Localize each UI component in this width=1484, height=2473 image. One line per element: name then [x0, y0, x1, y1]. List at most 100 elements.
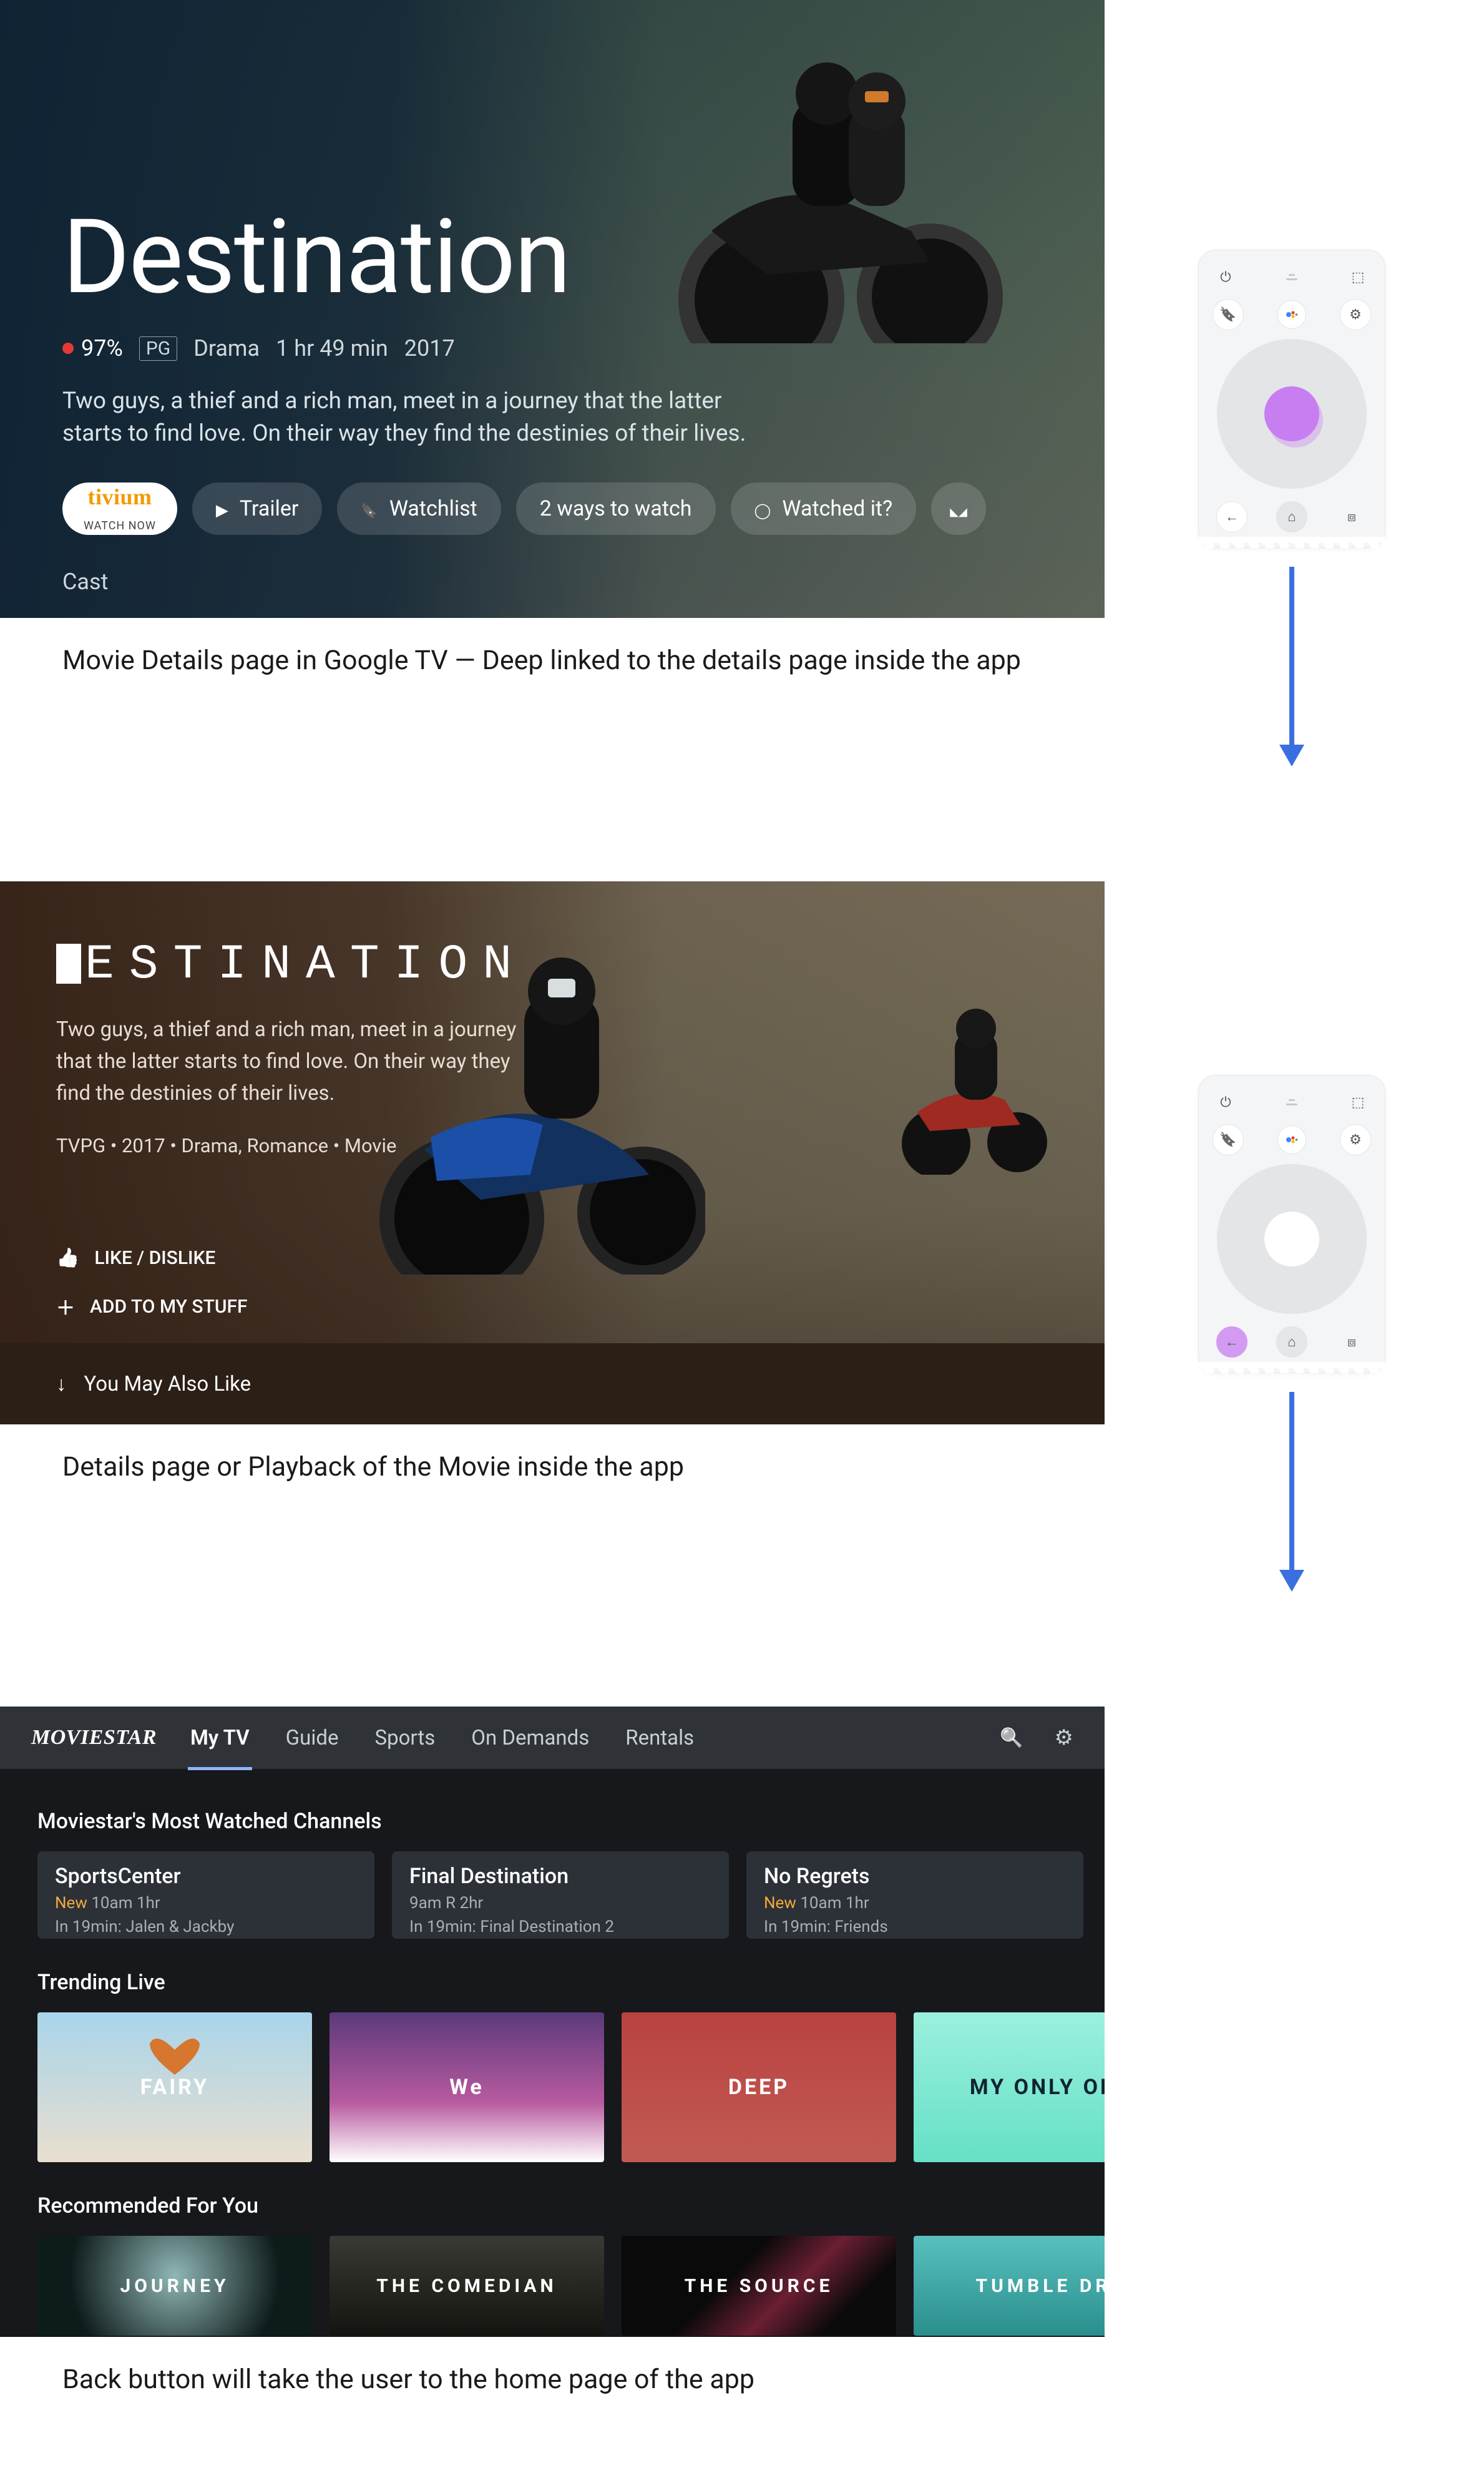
title-text: ESTINATION: [85, 938, 527, 992]
channel-line1: 9am R 2hr: [409, 1894, 711, 1912]
channel-card[interactable]: No Regrets New 10am 1hr In 19min: Friend…: [746, 1851, 1083, 1939]
trending-row: FAIRYWeDEEPMY ONLY ONE: [37, 2012, 1067, 2162]
home-icon: [1287, 509, 1296, 525]
search-button[interactable]: [1000, 1727, 1023, 1749]
like-label: LIKE / DISLIKE: [94, 1247, 215, 1269]
tv-button[interactable]: [1336, 501, 1367, 532]
channel-title: Final Destination: [409, 1864, 711, 1889]
thumb-icon: [56, 1247, 79, 1269]
home-button[interactable]: [1276, 501, 1307, 532]
tab-sports[interactable]: Sports: [372, 1726, 437, 1750]
app-logo: MOVIESTAR: [31, 1726, 157, 1750]
dpad[interactable]: [1217, 339, 1367, 489]
watch-now-button[interactable]: tivium WATCH NOW: [62, 482, 177, 535]
bookmark-button[interactable]: [1213, 1124, 1244, 1155]
assistant-icon: [1284, 307, 1299, 322]
channel-title: No Regrets: [764, 1864, 1066, 1889]
section-trending-heading: Trending Live: [37, 1970, 1067, 1995]
trending-thumb[interactable]: MY ONLY ONE: [914, 2012, 1105, 2162]
settings-button[interactable]: [1340, 1124, 1371, 1155]
section-reco-heading: Recommended For You: [37, 2193, 1067, 2218]
remote-control-2: [1198, 1075, 1385, 1373]
provider-sublabel: WATCH NOW: [84, 521, 156, 532]
input-icon: [1352, 1095, 1365, 1110]
bookmark-icon: [361, 496, 378, 521]
back-button[interactable]: [1216, 501, 1247, 532]
channel-line1: New 10am 1hr: [764, 1894, 1066, 1912]
hero-motorcycle-blue: [356, 950, 705, 1275]
app-details-screen: ESTINATION Two guys, a thief and a rich …: [0, 881, 1105, 1424]
remote-control-1: [1198, 250, 1385, 548]
tomato-score: 97%: [62, 335, 123, 361]
dpad-select[interactable]: [1264, 1212, 1319, 1266]
app-home-screen: MOVIESTAR My TV Guide Sports On Demands …: [0, 1707, 1105, 2337]
hero-motorcycle-red: [886, 1000, 1048, 1175]
thumb-label: TUMBLE DRY: [976, 2275, 1105, 2297]
settings-button[interactable]: [1055, 1725, 1073, 1750]
back-button-highlighted[interactable]: [1216, 1326, 1247, 1358]
score-value: 97%: [81, 335, 123, 361]
thumb-label: FAIRY: [140, 2075, 209, 2100]
input-button[interactable]: [1345, 1089, 1371, 1115]
trailer-button[interactable]: Trailer: [192, 482, 322, 535]
thumb-label: THE SOURCE: [685, 2275, 834, 2297]
power-button[interactable]: [1213, 1089, 1239, 1115]
title-first-block: [56, 944, 81, 984]
dpad-select-highlighted[interactable]: [1264, 386, 1319, 441]
more-actions-button[interactable]: [931, 482, 986, 535]
tab-rentals[interactable]: Rentals: [623, 1726, 696, 1750]
channel-title: SportsCenter: [55, 1864, 357, 1889]
gear-icon: [1349, 307, 1362, 323]
cast-heading: Cast: [62, 569, 1105, 595]
channel-card[interactable]: SportsCenter New 10am 1hr In 19min: Jale…: [37, 1851, 374, 1939]
reco-row: JOURNEYTHE COMEDIANTHE SOURCETUMBLE DRY: [37, 2236, 1067, 2336]
home-icon: [1287, 1334, 1296, 1350]
trending-thumb[interactable]: DEEP: [622, 2012, 896, 2162]
you-may-also-like-row[interactable]: You May Also Like: [0, 1343, 1105, 1424]
reco-thumb[interactable]: JOURNEY: [37, 2236, 312, 2336]
settings-button[interactable]: [1340, 299, 1371, 330]
power-button[interactable]: [1213, 264, 1239, 290]
reco-thumb[interactable]: TUMBLE DRY: [914, 2236, 1105, 2336]
dpad[interactable]: [1217, 1164, 1367, 1314]
home-button[interactable]: [1276, 1326, 1307, 1358]
channel-line2: In 19min: Friends: [764, 1917, 1066, 1936]
input-button[interactable]: [1345, 264, 1371, 290]
tab-on-demands[interactable]: On Demands: [469, 1726, 592, 1750]
chevron-down-icon: [56, 1372, 67, 1396]
back-icon: [1225, 1334, 1239, 1350]
tv-icon: [1347, 509, 1356, 525]
tv-button[interactable]: [1336, 1326, 1367, 1358]
tab-my-tv[interactable]: My TV: [188, 1726, 252, 1750]
assistant-button[interactable]: [1277, 300, 1306, 329]
play-icon: [216, 496, 228, 521]
caption-3: Back button will take the user to the ho…: [62, 2361, 1105, 2398]
watched-it-button[interactable]: Watched it?: [731, 482, 917, 535]
year-label: 2017: [404, 335, 455, 361]
tv-icon: [1347, 1334, 1356, 1350]
watchlist-button[interactable]: Watchlist: [337, 482, 500, 535]
circle-icon: [754, 496, 771, 521]
watched-label: Watched it?: [782, 496, 892, 521]
channel-card[interactable]: Final Destination 9am R 2hr In 19min: Fi…: [392, 1851, 729, 1939]
trending-thumb[interactable]: FAIRY: [37, 2012, 312, 2162]
thumb-label: JOURNEY: [120, 2275, 229, 2297]
assistant-button[interactable]: [1277, 1125, 1306, 1154]
flow-arrow-2: [1273, 1392, 1311, 1594]
rating-badge: PG: [139, 336, 177, 361]
action-row: tivium WATCH NOW Trailer Watchlist 2 way…: [62, 482, 1105, 535]
google-tv-details-screen: Destination 97% PG Drama 1 hr 49 min 201…: [0, 0, 1105, 618]
power-icon: [1220, 1095, 1231, 1110]
assistant-icon: [1284, 1132, 1299, 1147]
reco-thumb[interactable]: THE COMEDIAN: [330, 2236, 604, 2336]
ways-to-watch-button[interactable]: 2 ways to watch: [516, 482, 716, 535]
tab-guide[interactable]: Guide: [283, 1726, 341, 1750]
reco-thumb[interactable]: THE SOURCE: [622, 2236, 896, 2336]
runtime-label: 1 hr 49 min: [276, 335, 388, 361]
provider-brand: tivium: [87, 486, 152, 508]
trending-thumb[interactable]: We: [330, 2012, 604, 2162]
add-to-stuff-button[interactable]: ADD TO MY STUFF: [56, 1284, 1105, 1329]
back-icon: [1225, 509, 1239, 525]
thumb-label: THE COMEDIAN: [376, 2275, 557, 2297]
bookmark-button[interactable]: [1213, 299, 1244, 330]
